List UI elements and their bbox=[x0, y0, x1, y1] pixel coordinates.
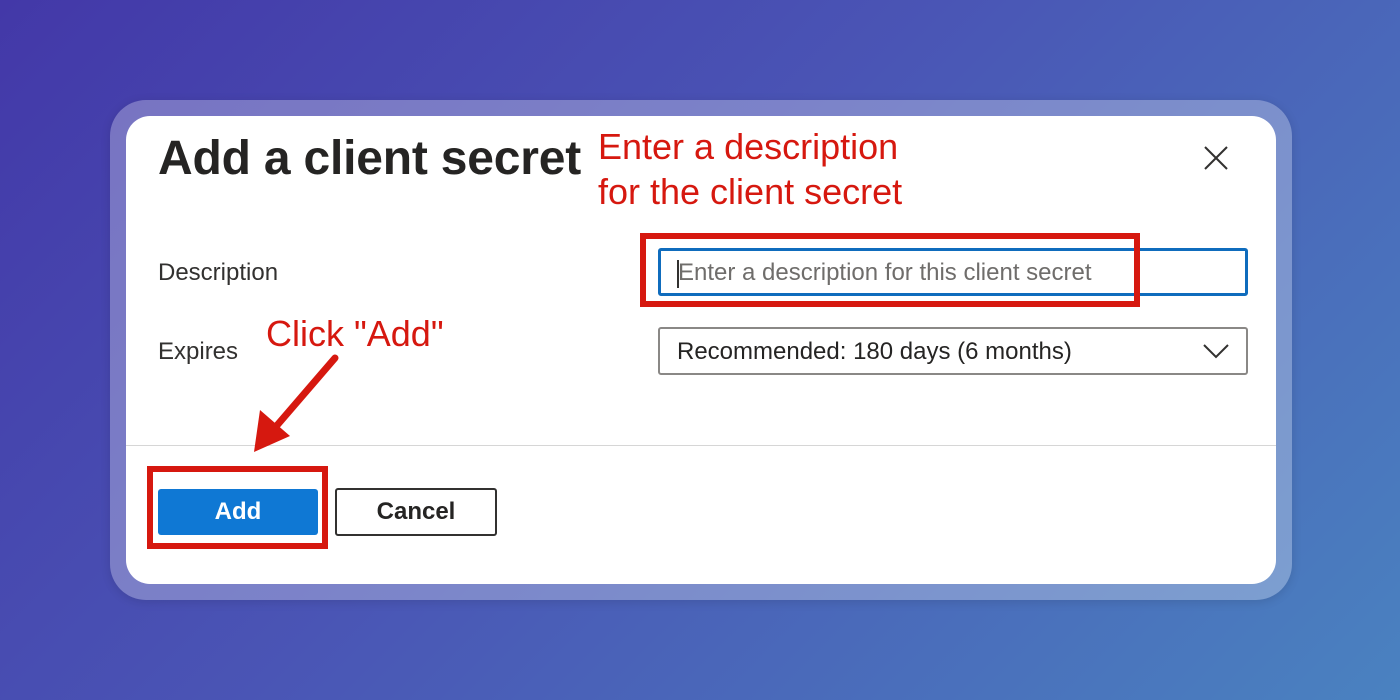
description-label: Description bbox=[158, 259, 279, 286]
annotation-highlight-description bbox=[640, 233, 1140, 307]
expires-label: Expires bbox=[158, 338, 239, 365]
annotation-highlight-add bbox=[147, 466, 328, 549]
annotation-arrow-icon bbox=[254, 354, 339, 452]
cancel-button[interactable]: Cancel bbox=[335, 488, 497, 536]
page-background: { "dialog": { "title": "Add a client sec… bbox=[0, 0, 1400, 700]
expires-selected-value: Recommended: 180 days (6 months) bbox=[677, 338, 1072, 365]
close-button[interactable] bbox=[1202, 144, 1230, 172]
chevron-down-icon bbox=[1203, 344, 1229, 359]
annotation-description-line2: for the client secret bbox=[598, 171, 903, 212]
annotation-description-line1: Enter a description bbox=[598, 126, 899, 167]
dialog-title: Add a client secret bbox=[158, 132, 582, 185]
expires-dropdown[interactable]: Recommended: 180 days (6 months) bbox=[658, 327, 1248, 375]
close-icon bbox=[1204, 146, 1228, 170]
